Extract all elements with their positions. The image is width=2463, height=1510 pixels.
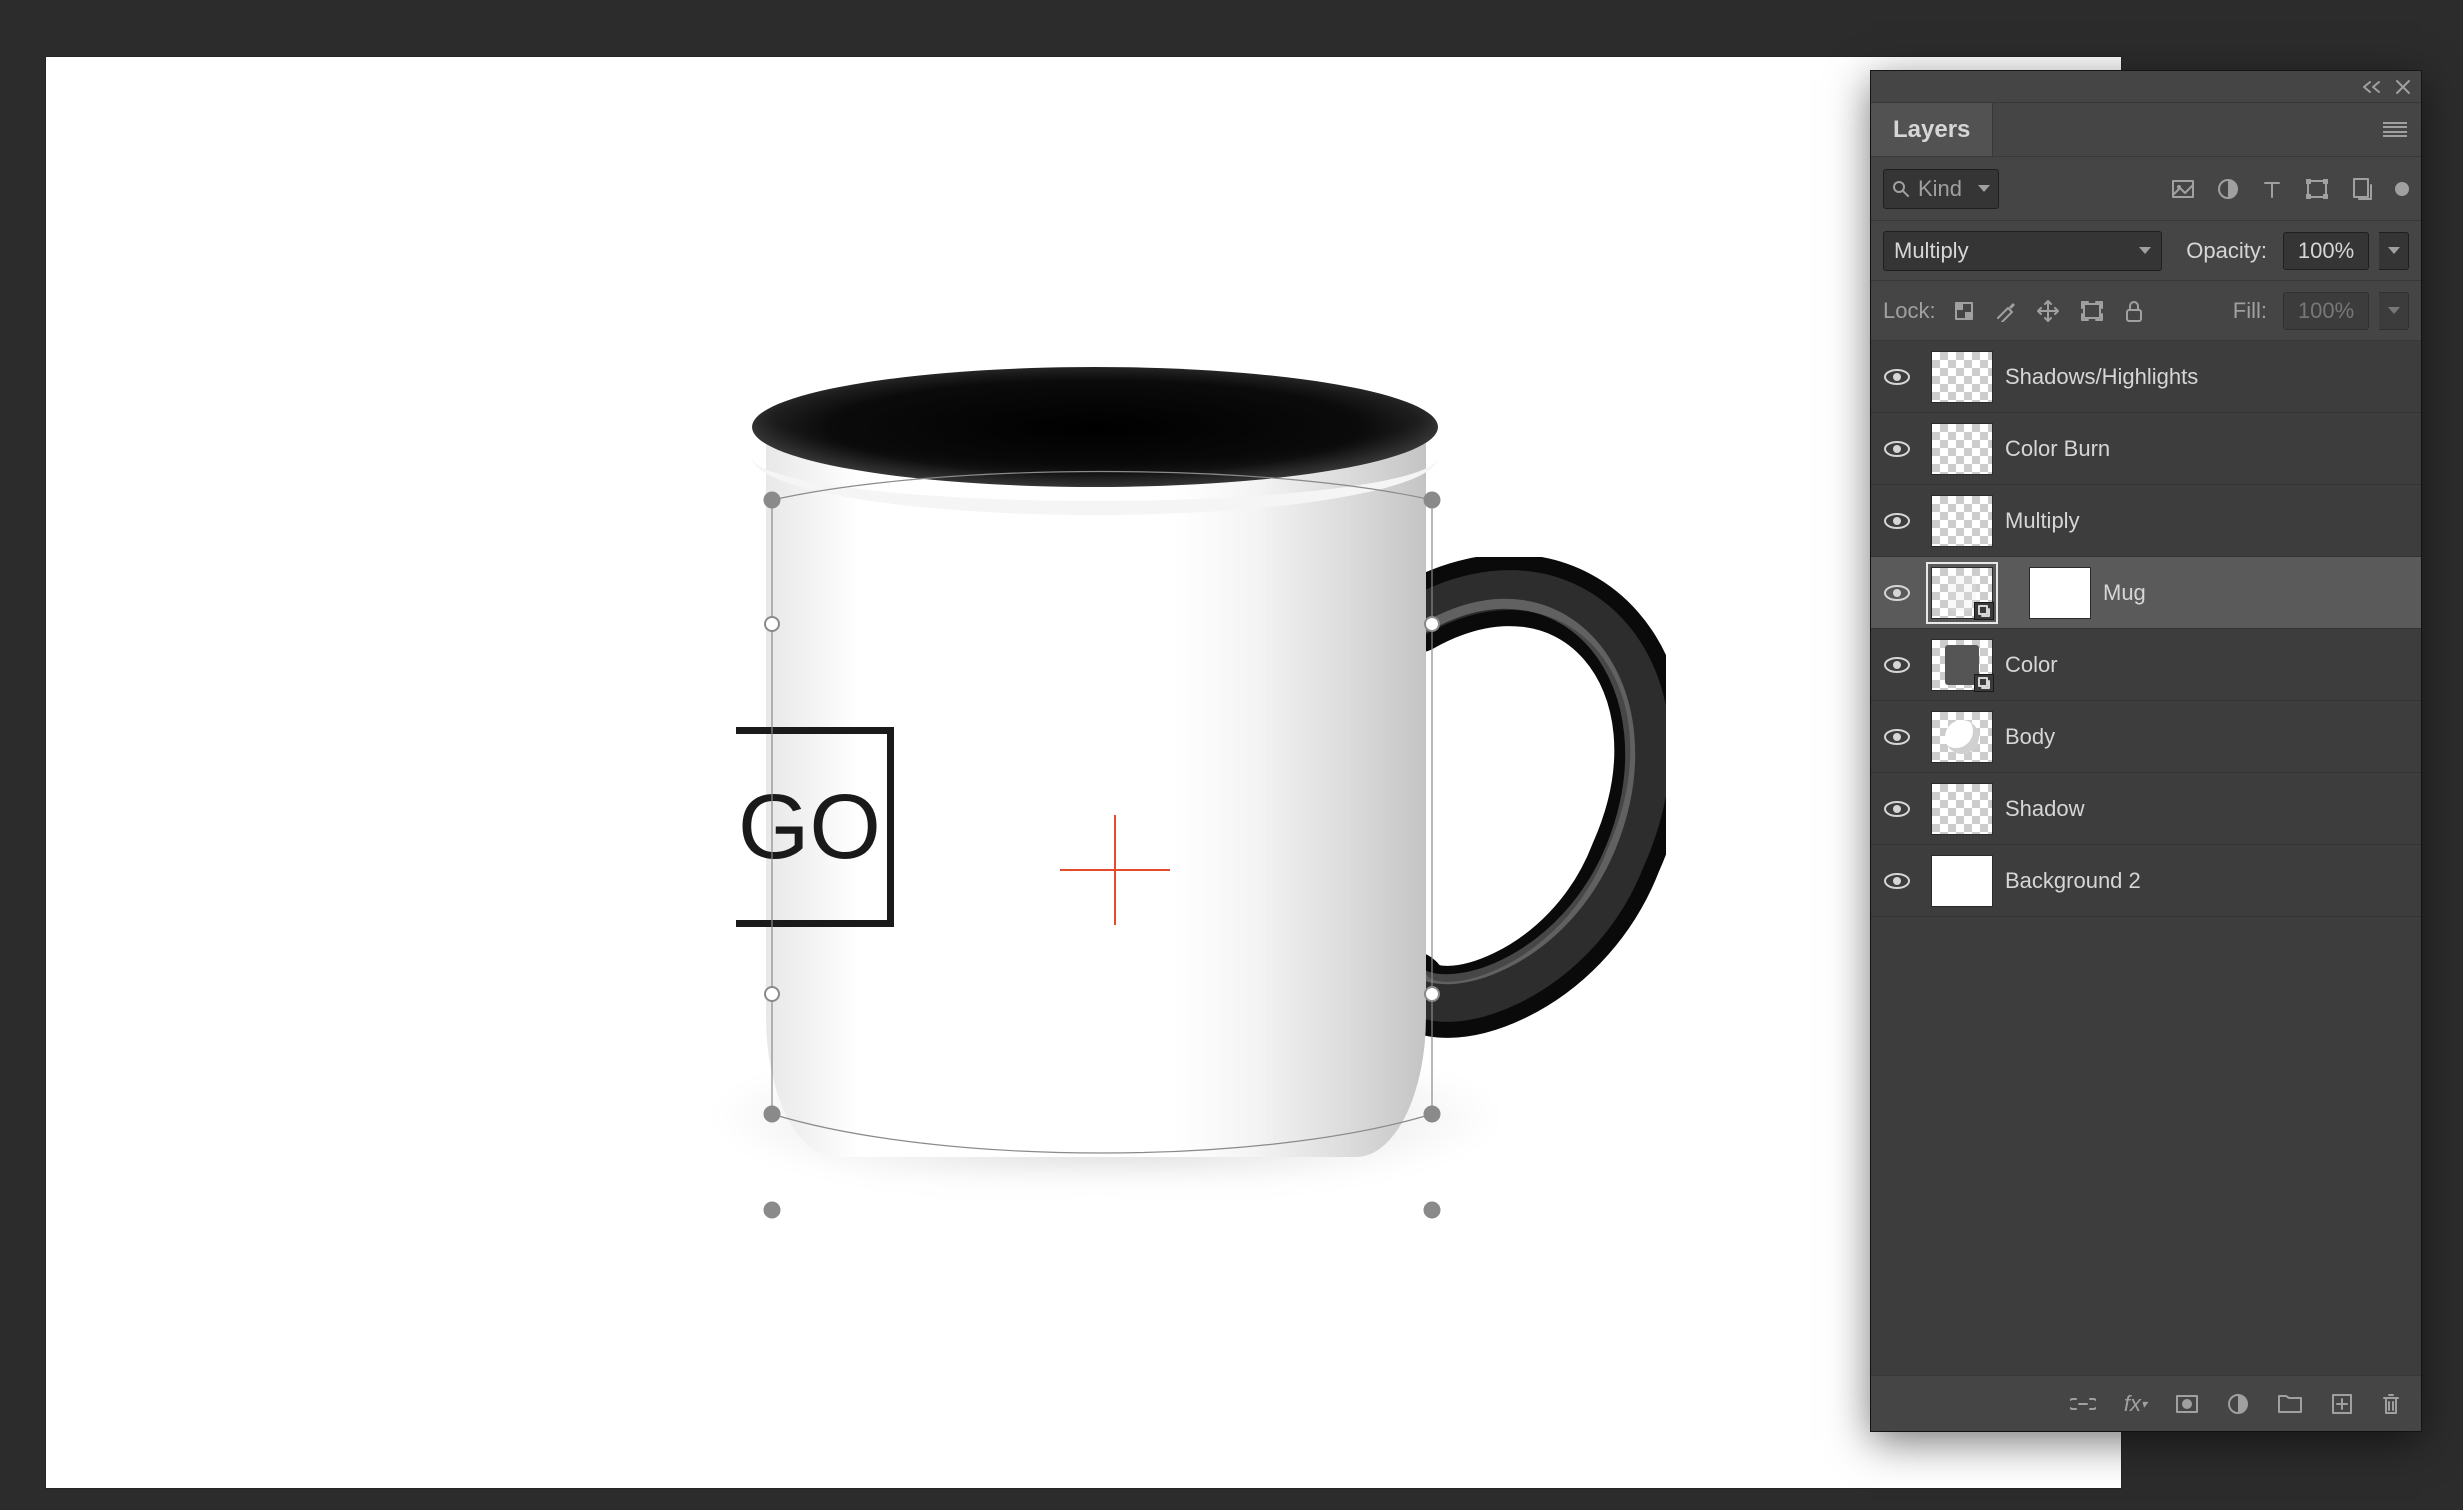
fill-label: Fill: — [2233, 298, 2267, 324]
fill-value: 100% — [2298, 298, 2354, 324]
layer-thumbnail[interactable] — [1931, 351, 1993, 403]
layer-name[interactable]: Background 2 — [2005, 868, 2411, 894]
layer-thumbnail[interactable] — [1931, 423, 1993, 475]
mug-handle — [1396, 557, 1666, 1047]
layer-row[interactable]: Multiply — [1871, 485, 2421, 557]
tab-layers[interactable]: Layers — [1871, 103, 1993, 156]
hamburger-icon — [2383, 122, 2407, 138]
lock-position-icon[interactable] — [2036, 299, 2060, 323]
fill-input[interactable]: 100% — [2283, 292, 2369, 330]
layer-row[interactable]: Background 2 — [1871, 845, 2421, 917]
lock-row: Lock: Fill: 100% — [1871, 281, 2421, 341]
layer-name[interactable]: Mug — [2103, 580, 2411, 606]
layer-name[interactable]: Shadow — [2005, 796, 2411, 822]
layer-name[interactable]: Multiply — [2005, 508, 2411, 534]
lock-artboard-icon[interactable] — [2080, 300, 2104, 322]
layer-thumbnail[interactable] — [1931, 711, 1993, 763]
layer-thumbnail[interactable] — [1931, 567, 1993, 619]
layer-filter-select[interactable]: Kind — [1883, 169, 1999, 209]
layer-row[interactable]: Body — [1871, 701, 2421, 773]
visibility-toggle[interactable] — [1875, 341, 1919, 412]
close-icon[interactable] — [2395, 79, 2411, 95]
filter-smartobject-icon[interactable] — [2351, 177, 2373, 201]
visibility-toggle[interactable] — [1875, 701, 1919, 772]
layer-thumbnail[interactable] — [1931, 639, 1993, 691]
lock-transparency-icon[interactable] — [1954, 301, 1974, 321]
layer-row[interactable]: Shadow — [1871, 773, 2421, 845]
logo-text: OGO — [736, 775, 881, 880]
link-layers-icon[interactable] — [2070, 1395, 2096, 1413]
lock-pixels-icon[interactable] — [1994, 300, 2016, 322]
visibility-toggle[interactable] — [1875, 485, 1919, 556]
chevron-down-icon — [2388, 247, 2400, 254]
layer-thumbnail[interactable] — [1931, 855, 1993, 907]
layer-thumbnail[interactable] — [1931, 495, 1993, 547]
visibility-toggle[interactable] — [1875, 557, 1919, 628]
layer-row[interactable]: Mug — [1871, 557, 2421, 629]
chevron-down-icon — [2388, 307, 2400, 314]
layer-fx-icon[interactable]: fx▾ — [2124, 1391, 2147, 1417]
new-group-icon[interactable] — [2277, 1394, 2303, 1414]
layer-filter-row: Kind — [1871, 157, 2421, 221]
layer-row[interactable]: Shadows/Highlights — [1871, 341, 2421, 413]
document-canvas[interactable]: OGO — [46, 57, 2121, 1488]
opacity-label: Opacity: — [2186, 238, 2267, 264]
layer-name[interactable]: Body — [2005, 724, 2411, 750]
filter-kind-label: Kind — [1918, 176, 1970, 202]
opacity-stepper[interactable] — [2379, 232, 2409, 270]
blend-mode-select[interactable]: Multiply — [1883, 231, 2162, 271]
panel-menu-button[interactable] — [2369, 103, 2421, 156]
visibility-toggle[interactable] — [1875, 773, 1919, 844]
tab-label: Layers — [1893, 116, 1970, 144]
blend-mode-row: Multiply Opacity: 100% — [1871, 221, 2421, 281]
filter-type-icon[interactable] — [2261, 178, 2283, 200]
add-mask-icon[interactable] — [2175, 1394, 2199, 1414]
mug-bottom-highlight — [771, 1164, 1421, 1234]
layer-mask-thumbnail[interactable] — [2029, 567, 2091, 619]
chevron-down-icon — [2139, 247, 2151, 254]
lock-label: Lock: — [1883, 298, 1936, 324]
collapse-icon[interactable] — [2361, 80, 2383, 94]
layer-list[interactable]: Shadows/Highlights Color Burn Multiply Mug C… — [1871, 341, 2421, 1375]
chevron-down-icon — [1978, 185, 1990, 192]
panel-tabs: Layers — [1871, 103, 2421, 157]
filter-adjustment-icon[interactable] — [2217, 178, 2239, 200]
new-adjustment-icon[interactable] — [2227, 1393, 2249, 1415]
mug-rim-lip — [752, 399, 1438, 515]
visibility-toggle[interactable] — [1875, 629, 1919, 700]
layer-name[interactable]: Color Burn — [2005, 436, 2411, 462]
layer-name[interactable]: Color — [2005, 652, 2411, 678]
layer-thumbnail[interactable] — [1931, 783, 1993, 835]
smart-object-badge — [1974, 674, 1994, 692]
filter-pixel-icon[interactable] — [2171, 179, 2195, 199]
fill-stepper[interactable] — [2379, 292, 2409, 330]
placeholder-logo: OGO — [736, 727, 894, 927]
delete-layer-icon[interactable] — [2381, 1392, 2401, 1416]
panel-footer: fx▾ — [1871, 1375, 2421, 1431]
search-icon — [1892, 180, 1910, 198]
blend-mode-value: Multiply — [1894, 238, 1969, 264]
filter-toggle-icon[interactable] — [2395, 182, 2409, 196]
smart-object-badge — [1974, 602, 1994, 620]
filter-shape-icon[interactable] — [2305, 178, 2329, 200]
mug-mockup: OGO — [736, 367, 1686, 1237]
lock-all-icon[interactable] — [2124, 300, 2144, 322]
visibility-toggle[interactable] — [1875, 413, 1919, 484]
layer-row[interactable]: Color — [1871, 629, 2421, 701]
opacity-value: 100% — [2298, 238, 2354, 264]
panel-titlebar — [1871, 71, 2421, 103]
opacity-input[interactable]: 100% — [2283, 232, 2369, 270]
visibility-toggle[interactable] — [1875, 845, 1919, 916]
new-layer-icon[interactable] — [2331, 1393, 2353, 1415]
layer-name[interactable]: Shadows/Highlights — [2005, 364, 2411, 390]
layers-panel: Layers Kind Multiply Opacity: 100% — [1871, 71, 2421, 1431]
layer-row[interactable]: Color Burn — [1871, 413, 2421, 485]
